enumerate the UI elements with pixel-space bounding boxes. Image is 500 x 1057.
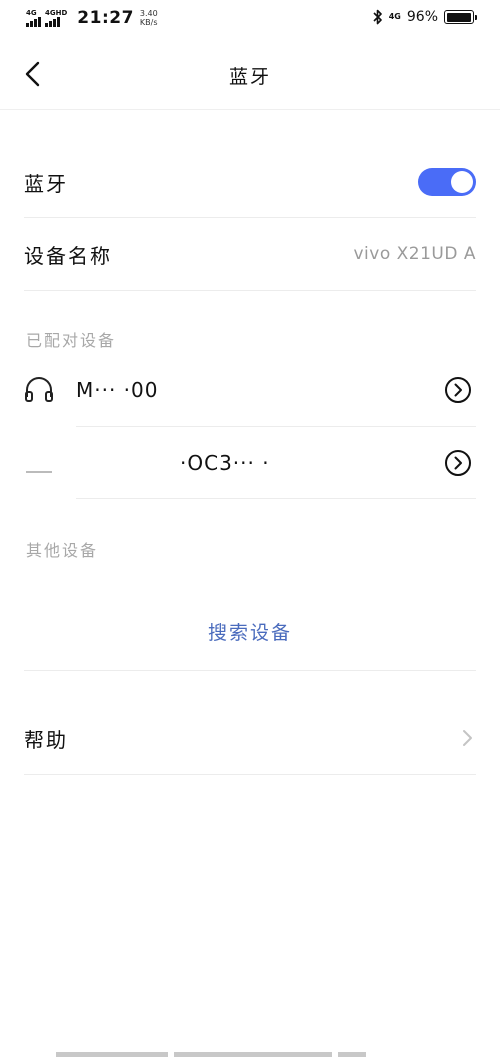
headphones-icon [24,375,54,405]
help-row[interactable]: 帮助 [24,716,476,760]
bluetooth-toggle-row: 蓝牙 [24,160,476,204]
network-speed-value: 3.40 [139,9,158,18]
navigation-header: 蓝牙 [0,38,500,110]
toggle-knob [451,171,473,193]
device-icon [24,448,54,478]
device-details-button[interactable] [444,376,472,404]
device-name: M··· ·00 [76,378,159,402]
bluetooth-label: 蓝牙 [24,171,68,196]
other-devices-header: 其他设备 [26,541,99,560]
search-devices-button[interactable]: 搜索设备 [0,618,500,645]
divider [24,670,476,671]
divider [24,217,476,218]
device-name-value: vivo X21UD A [353,244,476,264]
device-details-button[interactable] [444,449,472,477]
chevron-right-icon [463,730,472,746]
status-bar-left: 4G 4GHD 21:27 3.40 KB/s [26,8,158,28]
network-speed: 3.40 KB/s [140,9,158,27]
battery-icon [444,10,477,24]
signal-bars-icon [45,17,60,27]
bluetooth-icon [373,9,383,25]
network-4g-icon: 4G [388,12,401,21]
clock: 21:27 [77,8,134,28]
help-label: 帮助 [24,727,68,752]
network-type-label: 4GHD [45,9,68,17]
paired-device-item[interactable]: ·OC3··· · [24,427,472,499]
page-title: 蓝牙 [228,66,271,88]
bluetooth-settings-screen: 4G 4GHD 21:27 3.40 KB/s 4G 96% 蓝牙 蓝牙 设备名… [0,0,500,1057]
divider [76,498,476,499]
circle-chevron-right-icon [445,450,471,476]
device-name-row[interactable]: 设备名称 vivo X21UD A [24,232,476,276]
network-type-label: 4G [26,9,37,17]
signal-1: 4G [26,9,41,27]
device-name-label: 设备名称 [24,243,112,268]
status-bar: 4G 4GHD 21:27 3.40 KB/s 4G 96% [0,0,500,36]
divider [24,774,476,775]
signal-2: 4GHD [45,9,67,27]
bottom-strip [56,1052,366,1057]
paired-devices-header: 已配对设备 [26,331,117,350]
battery-percent: 96% [406,9,438,25]
battery-fill [446,12,471,22]
status-bar-right: 4G 96% [373,9,477,25]
divider [24,290,476,291]
bluetooth-toggle[interactable] [418,168,476,196]
circle-chevron-right-icon [445,377,471,403]
paired-device-item[interactable]: M··· ·00 [24,354,472,426]
network-speed-unit: KB/s [139,18,158,27]
device-name: ·OC3··· · [180,451,270,475]
signal-bars-icon [26,17,41,27]
